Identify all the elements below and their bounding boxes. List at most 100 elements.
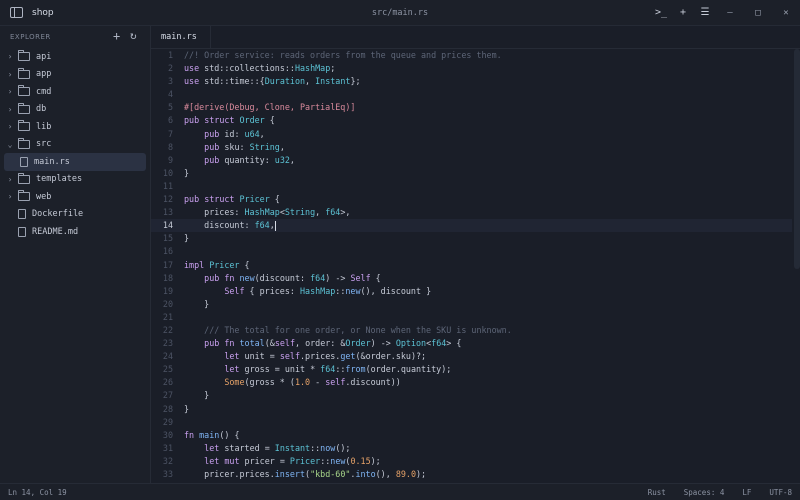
code-line[interactable]: 27 } <box>151 389 792 402</box>
code-line[interactable]: 21 <box>151 311 792 324</box>
code-line[interactable]: 18 pub fn new(discount: f64) -> Self { <box>151 272 792 285</box>
code-text: pub fn new(discount: f64) -> Self { <box>204 272 381 283</box>
explorer-sidebar: EXPLORER + ↻ › api › app › cmd › db › lib ⌄ src main… <box>0 26 151 484</box>
tree-item-app[interactable]: › app <box>0 66 150 84</box>
tree-item-cmd[interactable]: › cmd <box>0 83 150 101</box>
tab-main-rs[interactable]: main.rs <box>151 26 211 48</box>
code-line[interactable]: 4 <box>151 88 792 101</box>
title-bar-actions: >_ + ☰ – □ ✕ <box>650 0 800 25</box>
code-line[interactable]: 3 use std::time::{Duration, Instant}; <box>151 75 792 88</box>
code-line[interactable]: 23 pub fn total(&self, order: &Order) ->… <box>151 337 792 350</box>
encoding[interactable]: UTF-8 <box>769 488 792 497</box>
cursor-position[interactable]: Ln 14, Col 19 <box>0 488 67 497</box>
plus-icon[interactable]: + <box>672 7 694 18</box>
line-number: 13 <box>162 207 173 218</box>
line-number: 15 <box>162 233 173 244</box>
code-line[interactable]: 16 <box>151 245 792 258</box>
code-line[interactable]: 9 pub quantity: u32, <box>151 154 792 167</box>
code-line[interactable]: 1 //! Order service: reads orders from th… <box>151 49 792 62</box>
tree-item-label: cmd <box>36 86 52 97</box>
close-icon[interactable]: ✕ <box>772 8 800 18</box>
tree-item-label: api <box>36 51 52 62</box>
code-line[interactable]: 26 Some(gross * (1.0 - self.discount)) <box>151 376 792 389</box>
tree-item-templates[interactable]: › templates <box>0 171 150 189</box>
folder-icon <box>18 67 30 79</box>
code-line[interactable]: 19 Self { prices: HashMap::new(), discou… <box>151 285 792 298</box>
sidebar-toggle-icon[interactable] <box>10 7 23 18</box>
tree-item-api[interactable]: › api <box>0 48 150 66</box>
minimize-icon[interactable]: – <box>716 8 744 18</box>
code-line[interactable]: 33 pricer.prices.insert("kbd-60".into(),… <box>151 468 792 481</box>
new-file-icon[interactable]: + <box>113 29 120 43</box>
code-line[interactable]: 15} <box>151 232 792 245</box>
line-number: 10 <box>162 167 173 178</box>
tree-item-web[interactable]: › web <box>0 188 150 206</box>
chevron-right-icon[interactable]: › <box>5 192 15 201</box>
tree-item-main-rs[interactable]: main.rs <box>4 153 146 171</box>
text-cursor <box>274 220 276 231</box>
code-line[interactable]: 5 #[derive(Debug, Clone, PartialEq)] <box>151 101 792 114</box>
tree-item-src[interactable]: ⌄ src <box>0 136 150 154</box>
line-number: 18 <box>162 272 173 283</box>
terminal-icon[interactable]: >_ <box>650 7 672 18</box>
code-text: } <box>184 298 210 309</box>
line-ending[interactable]: LF <box>742 488 751 497</box>
code-text: } <box>184 403 190 414</box>
chevron-right-icon[interactable]: › <box>5 105 15 114</box>
code-line[interactable]: 2 use std::collections::HashMap; <box>151 62 792 75</box>
code-line[interactable]: 22 /// The total for one order, or None … <box>151 324 792 337</box>
sliders-icon[interactable]: ☰ <box>694 7 716 18</box>
code-line[interactable]: 17 impl Pricer { <box>151 259 792 272</box>
code-line[interactable]: 12 pub struct Pricer { <box>151 193 792 206</box>
line-number: 11 <box>162 180 173 191</box>
chevron-right-icon[interactable]: › <box>5 70 15 79</box>
code-line[interactable]: 6 pub struct Order { <box>151 114 792 127</box>
chevron-down-icon[interactable]: ⌄ <box>5 140 15 149</box>
editor-scrollbar[interactable] <box>794 49 800 269</box>
indentation[interactable]: Spaces: 4 <box>684 488 725 497</box>
code-line[interactable]: 8 pub sku: String, <box>151 141 792 154</box>
code-line[interactable]: 11 <box>151 180 792 193</box>
code-text: #[derive(Debug, Clone, PartialEq)] <box>184 102 356 113</box>
refresh-icon[interactable]: ↻ <box>130 29 137 42</box>
code-line[interactable]: 13 prices: HashMap<String, f64>, <box>151 206 792 219</box>
code-line[interactable]: 32 let mut pricer = Pricer::new(0.15); <box>151 455 792 468</box>
tree-item-lib[interactable]: › lib <box>0 118 150 136</box>
code-text: use std::collections::HashMap; <box>184 63 336 74</box>
code-text: Some(gross * (1.0 - self.discount)) <box>224 377 401 388</box>
code-line[interactable]: 30 fn main() { <box>151 429 792 442</box>
line-number: 31 <box>162 442 173 453</box>
code-editor[interactable]: 1 //! Order service: reads orders from th… <box>151 49 792 484</box>
code-text: use std::time::{Duration, Instant}; <box>184 76 361 87</box>
maximize-icon[interactable]: □ <box>744 8 772 18</box>
language-mode[interactable]: Rust <box>648 488 666 497</box>
code-line[interactable]: 31 let started = Instant::now(); <box>151 442 792 455</box>
line-number: 6 <box>167 115 173 126</box>
code-line[interactable]: 7 pub id: u64, <box>151 128 792 141</box>
line-number: 30 <box>162 429 173 440</box>
code-line[interactable]: 14 discount: f64, <box>151 219 792 233</box>
line-number: 17 <box>162 259 173 270</box>
tree-item-db[interactable]: › db <box>0 101 150 119</box>
line-number: 24 <box>162 351 173 362</box>
folder-icon <box>18 190 30 202</box>
chevron-right-icon[interactable]: › <box>5 175 15 184</box>
tree-item-dockerfile[interactable]: Dockerfile <box>0 206 150 224</box>
line-number: 12 <box>162 194 173 205</box>
code-line[interactable]: 20 } <box>151 298 792 311</box>
code-line[interactable]: 25 let gross = unit * f64::from(order.qu… <box>151 363 792 376</box>
folder-icon <box>18 85 30 97</box>
line-number: 27 <box>162 390 173 401</box>
code-line[interactable]: 10} <box>151 167 792 180</box>
line-number: 26 <box>162 377 173 388</box>
code-line[interactable]: 24 let unit = self.prices.get(&order.sku… <box>151 350 792 363</box>
code-line[interactable]: 28} <box>151 403 792 416</box>
chevron-right-icon[interactable]: › <box>5 52 15 61</box>
app-name: shop <box>32 7 54 18</box>
chevron-right-icon[interactable]: › <box>5 87 15 96</box>
tree-item-readme-md[interactable]: README.md <box>0 223 150 241</box>
chevron-right-icon[interactable]: › <box>5 122 15 131</box>
status-right: Rust Spaces: 4 LF UTF-8 <box>648 484 792 500</box>
code-line[interactable]: 29 <box>151 416 792 429</box>
file-icon <box>18 226 26 237</box>
